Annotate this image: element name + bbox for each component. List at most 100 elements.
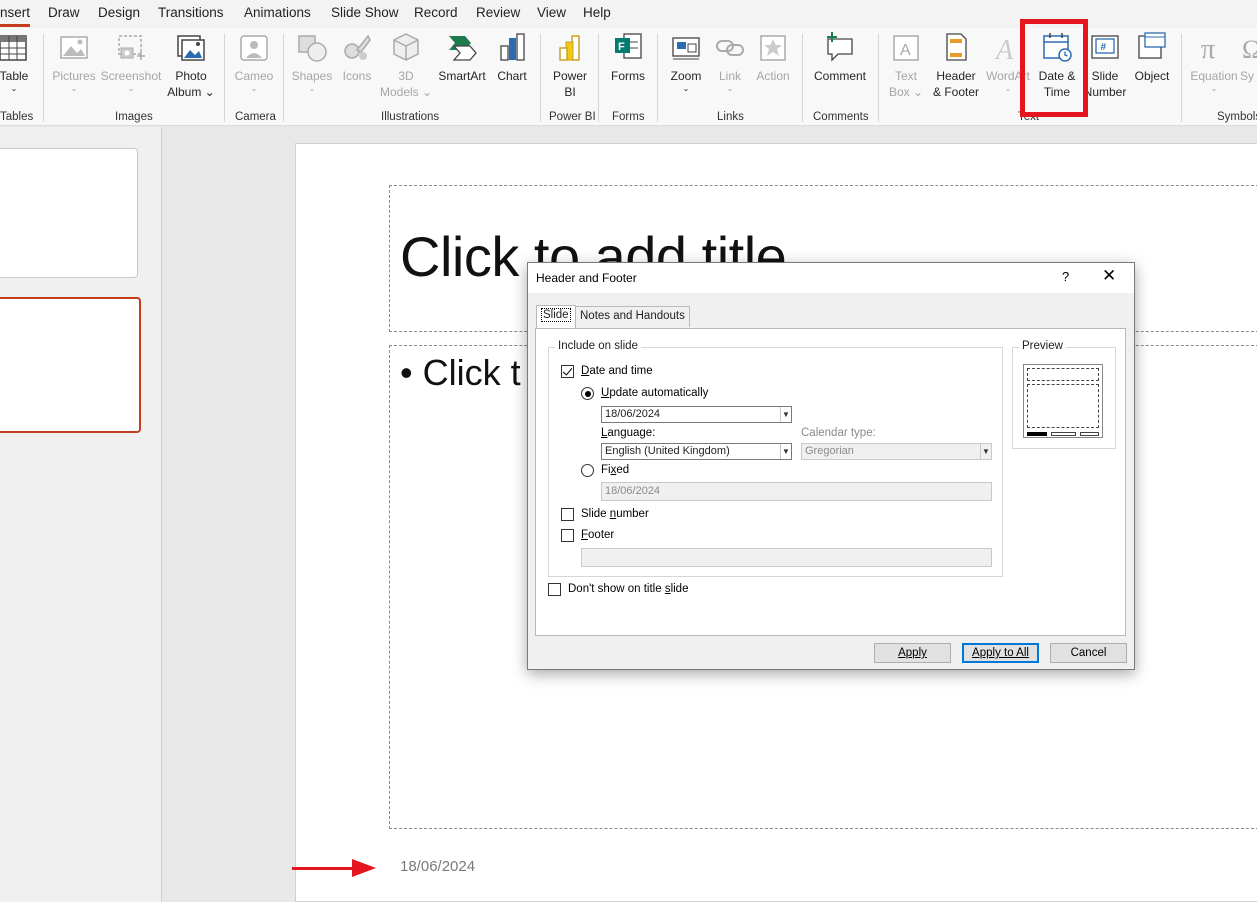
smartart-button[interactable]: SmartArt: [436, 30, 488, 84]
screenshot-button[interactable]: Screenshot ⌄: [100, 30, 162, 93]
svg-text:A: A: [994, 35, 1014, 64]
cancel-button[interactable]: Cancel: [1050, 643, 1127, 663]
tab-slide-show[interactable]: Slide Show: [331, 5, 399, 20]
smartart-icon: [446, 30, 478, 64]
text-box-icon: A: [890, 30, 922, 64]
footer-checkbox[interactable]: [561, 529, 574, 542]
chevron-down-icon: ▼: [780, 407, 791, 422]
apply-button[interactable]: Apply: [874, 643, 951, 663]
auto-date-format-dropdown[interactable]: 18/06/2024 ▼: [601, 406, 792, 423]
photo-album-icon: [175, 30, 207, 64]
ribbon-separator: [802, 34, 803, 122]
dont-show-on-title-slide-checkbox[interactable]: [548, 583, 561, 596]
tab-transitions[interactable]: Transitions: [158, 5, 224, 20]
tab-record[interactable]: Record: [414, 5, 458, 20]
forms-button[interactable]: F Forms: [606, 30, 650, 84]
calendar-type-label: Calendar type:: [801, 427, 876, 439]
active-tab-indicator: [0, 24, 30, 27]
tab-animations[interactable]: Animations: [244, 5, 311, 20]
zoom-button[interactable]: Zoom ⌄: [664, 30, 708, 93]
chevron-down-icon: ▼: [980, 444, 991, 459]
apply-to-all-button[interactable]: Apply to All: [962, 643, 1039, 663]
slide-footer-date[interactable]: 18/06/2024: [400, 858, 475, 875]
screenshot-icon: [115, 30, 147, 64]
update-automatically-label: Update automatically: [601, 387, 709, 399]
equation-button[interactable]: π Equation ⌄: [1189, 30, 1239, 93]
ribbon-separator: [1181, 34, 1182, 122]
tab-draw[interactable]: Draw: [48, 5, 80, 20]
object-button[interactable]: Object: [1130, 30, 1174, 84]
close-icon[interactable]: ✕: [1102, 266, 1116, 286]
fixed-date-input[interactable]: 18/06/2024: [601, 482, 992, 501]
tab-review[interactable]: Review: [476, 5, 520, 20]
3d-models-button[interactable]: 3D Models ⌄: [380, 30, 432, 100]
table-button[interactable]: Table ⌄: [0, 30, 32, 93]
pictures-button[interactable]: Pictures ⌄: [52, 30, 96, 93]
group-label-links: Links: [717, 111, 744, 123]
object-icon: [1136, 30, 1168, 64]
comment-icon: [824, 30, 856, 64]
tab-insert[interactable]: nsert: [0, 5, 30, 20]
preview-legend: Preview: [1019, 340, 1066, 352]
icons-button[interactable]: Icons: [338, 30, 376, 84]
ribbon-separator: [224, 34, 225, 122]
cameo-button[interactable]: Cameo ⌄: [232, 30, 276, 93]
slide-number-icon: #: [1089, 30, 1121, 64]
cameo-icon: [238, 30, 270, 64]
dont-show-on-title-slide-label: Don't show on title slide: [568, 583, 689, 595]
group-label-illustrations: Illustrations: [381, 111, 440, 123]
slide-number-button[interactable]: # Slide Number: [1082, 30, 1128, 100]
include-on-slide-legend: Include on slide: [555, 340, 641, 352]
shapes-button[interactable]: Shapes ⌄: [290, 30, 334, 93]
tab-design[interactable]: Design: [98, 5, 140, 20]
text-box-button[interactable]: A Text Box ⌄: [886, 30, 926, 100]
link-icon: [714, 30, 746, 64]
help-icon[interactable]: ?: [1062, 269, 1069, 284]
ribbon-separator: [657, 34, 658, 122]
svg-text:π: π: [1201, 34, 1215, 64]
tab-slide[interactable]: Slide: [536, 305, 576, 328]
omega-icon: Ω: [1240, 30, 1257, 64]
tab-view[interactable]: View: [537, 5, 566, 20]
slide-number-checkbox[interactable]: [561, 508, 574, 521]
preview-footer-area: [1051, 432, 1076, 436]
slide-thumbnail-pane: [0, 127, 162, 902]
ribbon-separator: [43, 34, 44, 122]
icons-icon: [341, 30, 373, 64]
date-and-time-label: Date and time: [581, 365, 653, 377]
fixed-radio[interactable]: [581, 464, 594, 477]
link-button[interactable]: Link ⌄: [711, 30, 749, 93]
cube-icon: [390, 30, 422, 64]
annotation-highlight-box: [1020, 19, 1088, 117]
slide-thumbnail-1[interactable]: [0, 148, 138, 278]
chart-button[interactable]: Chart: [493, 30, 531, 84]
group-label-tables: Tables: [0, 111, 34, 123]
header-footer-button[interactable]: Header & Footer: [930, 30, 982, 100]
symbol-button[interactable]: Ω Sy: [1240, 30, 1257, 84]
header-footer-dialog: Header and Footer ? ✕ Slide Notes and Ha…: [527, 262, 1135, 670]
slide-tab-panel: Include on slide Date and time Update au…: [535, 328, 1126, 636]
footer-text-input[interactable]: [581, 548, 992, 567]
pictures-icon: [58, 30, 90, 64]
group-label-forms: Forms: [612, 111, 645, 123]
date-and-time-checkbox[interactable]: [561, 365, 574, 378]
preview-number-area: [1080, 432, 1099, 436]
photo-album-button[interactable]: Photo Album ⌄: [166, 30, 216, 100]
tab-help[interactable]: Help: [583, 5, 611, 20]
group-label-comments: Comments: [813, 111, 869, 123]
annotation-arrow-icon: [352, 859, 376, 877]
power-bi-button[interactable]: Power BI: [548, 30, 592, 100]
svg-text:#: #: [1101, 42, 1107, 53]
shapes-icon: [296, 30, 328, 64]
comment-button[interactable]: Comment: [810, 30, 870, 84]
calendar-type-dropdown[interactable]: Gregorian ▼: [801, 443, 992, 460]
preview-title-area: [1027, 368, 1099, 381]
action-button[interactable]: Action: [753, 30, 793, 84]
tab-notes-and-handouts[interactable]: Notes and Handouts: [575, 306, 690, 327]
slide-thumbnail-2[interactable]: [0, 297, 141, 433]
language-dropdown[interactable]: English (United Kingdom) ▼: [601, 443, 792, 460]
preview-group: Preview: [1012, 340, 1116, 449]
preview-date-area: [1027, 432, 1047, 436]
group-label-power-bi: Power BI: [549, 111, 596, 123]
update-automatically-radio[interactable]: [581, 387, 594, 400]
